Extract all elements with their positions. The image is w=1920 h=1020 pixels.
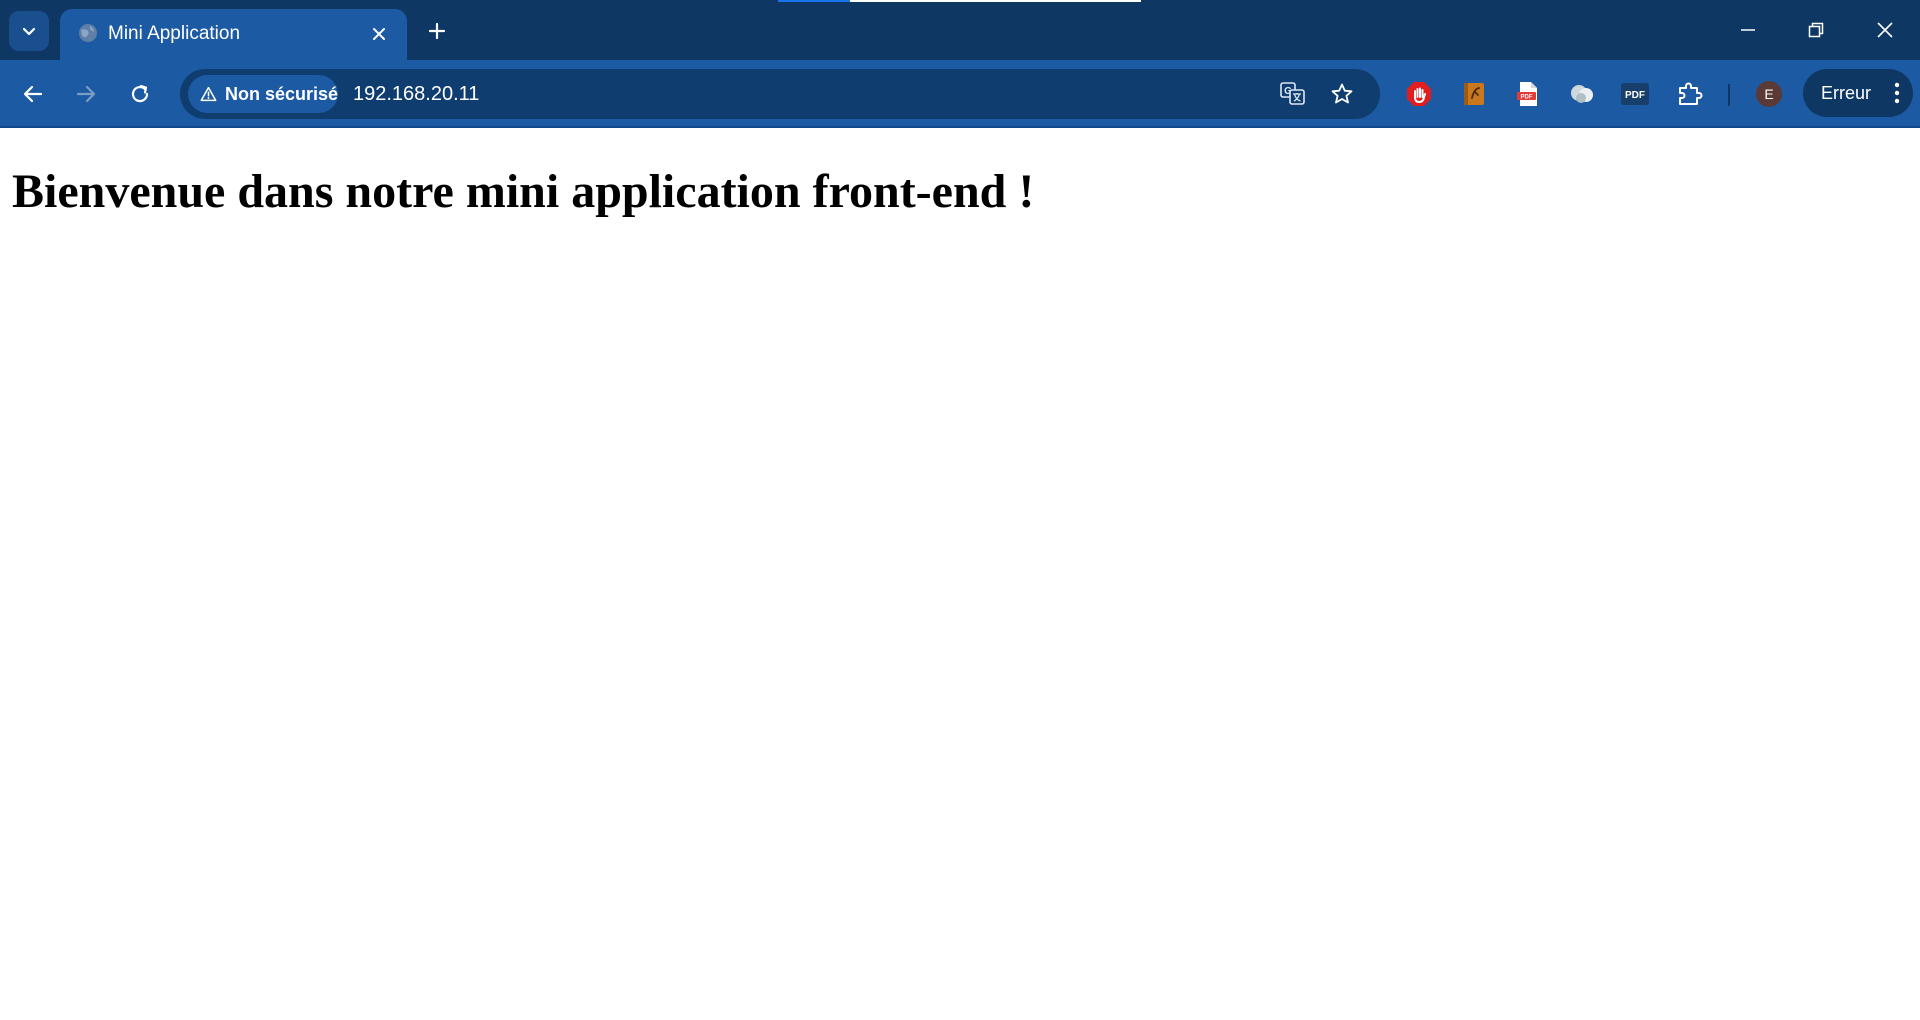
restore-button[interactable]	[1794, 12, 1838, 48]
restore-icon	[1808, 22, 1824, 38]
orange-book-icon	[1464, 83, 1484, 105]
profile-avatar[interactable]: E	[1756, 81, 1782, 107]
error-menu-button[interactable]: Erreur	[1803, 69, 1913, 117]
warning-triangle-icon	[200, 86, 217, 102]
toolbar-divider	[1728, 84, 1730, 106]
pdf-file-extension-button[interactable]: PDF	[1511, 77, 1545, 111]
browser-toolbar: Non sécurisé 192.168.20.11 G PDF PDF E E…	[0, 60, 1920, 128]
forward-button[interactable]	[66, 74, 106, 114]
minimize-icon	[1741, 29, 1755, 31]
svg-text:PDF: PDF	[1625, 90, 1645, 101]
error-label: Erreur	[1821, 82, 1872, 103]
translate-icon: G	[1280, 82, 1305, 105]
address-bar[interactable]: Non sécurisé 192.168.20.11 G	[180, 69, 1380, 119]
translate-button[interactable]: G	[1275, 76, 1311, 112]
pdf-text-icon: PDF	[1621, 83, 1649, 105]
tab-active[interactable]: Mini Application	[60, 9, 407, 60]
puzzle-extensions-icon	[1679, 82, 1703, 105]
bookmark-button[interactable]	[1324, 76, 1360, 112]
close-icon	[373, 28, 385, 40]
pdf-file-icon: PDF	[1517, 82, 1537, 106]
tab-search-button[interactable]	[9, 11, 49, 51]
kebab-menu-icon	[1894, 82, 1900, 104]
reload-icon	[131, 84, 149, 103]
chevron-down-icon	[22, 27, 36, 36]
security-indicator[interactable]: Non sécurisé	[188, 75, 338, 113]
security-label: Non sécurisé	[224, 83, 338, 104]
globe-icon	[76, 21, 100, 45]
pdf-text-extension-button[interactable]: PDF	[1618, 77, 1652, 111]
page-heading: Bienvenue dans notre mini application fr…	[12, 165, 1035, 218]
window-close-button[interactable]	[1863, 12, 1907, 48]
url-text[interactable]: 192.168.20.11	[353, 81, 479, 107]
plus-icon	[428, 22, 446, 40]
arrow-left-icon	[23, 85, 43, 103]
book-extension-button[interactable]	[1457, 77, 1491, 111]
tab-close-button[interactable]	[366, 21, 392, 47]
svg-text:PDF: PDF	[1521, 95, 1533, 101]
adblock-extension-button[interactable]	[1402, 77, 1436, 111]
new-tab-button[interactable]	[421, 15, 453, 47]
star-icon	[1331, 83, 1353, 104]
reload-button[interactable]	[120, 74, 160, 114]
minimize-button[interactable]	[1726, 12, 1770, 48]
close-icon	[1877, 22, 1893, 38]
circles-extension-button[interactable]	[1565, 77, 1599, 111]
extensions-button[interactable]	[1673, 77, 1707, 111]
arrow-right-icon	[76, 85, 96, 103]
grey-circles-icon	[1571, 85, 1593, 103]
red-stop-hand-icon	[1407, 82, 1431, 106]
loading-progress	[778, 0, 850, 2]
back-button[interactable]	[13, 74, 53, 114]
tab-title: Mini Application	[108, 23, 241, 44]
